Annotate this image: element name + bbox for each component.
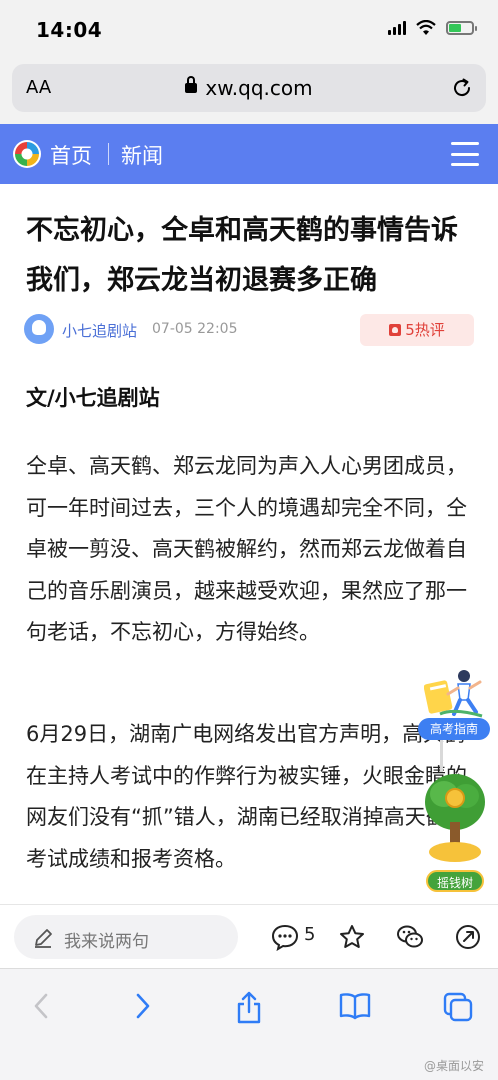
author-avatar[interactable] xyxy=(24,314,54,344)
article-byline: 文/小七追剧站 xyxy=(26,386,160,410)
share-upload-icon[interactable] xyxy=(234,991,264,1025)
hot-comments-button[interactable]: 5热评 xyxy=(360,314,474,346)
wifi-icon xyxy=(416,20,436,35)
tabs-icon[interactable] xyxy=(442,991,474,1023)
author-name[interactable]: 小七追剧站 xyxy=(62,320,137,341)
nav-news-link[interactable]: 新闻 xyxy=(121,140,163,170)
star-icon[interactable] xyxy=(338,923,366,951)
article-paragraph: 6月29日，湖南广电网络发出官方声明，高天鹤在主持人考试中的作弊行为被实锤，火眼… xyxy=(26,722,468,871)
gaokao-guide-widget[interactable]: 高考指南 xyxy=(416,668,492,740)
battery-icon xyxy=(446,21,477,35)
money-tree-widget[interactable]: 摇钱树 xyxy=(420,740,490,900)
url-display[interactable]: xw.qq.com xyxy=(12,75,486,100)
cellular-signal-icon xyxy=(388,21,406,35)
address-bar[interactable]: AA xw.qq.com xyxy=(12,64,486,112)
share-icon[interactable] xyxy=(454,923,482,951)
comment-bar: 我来说两句 5 xyxy=(0,904,498,968)
site-nav: 首页 新闻 xyxy=(0,124,498,184)
money-tree-label: 摇钱树 xyxy=(426,870,484,892)
browser-toolbar: @桌面以安 xyxy=(0,968,498,1080)
comment-placeholder: 我来说两句 xyxy=(64,932,149,952)
hot-comments-label: 5热评 xyxy=(405,321,445,339)
forward-icon[interactable] xyxy=(132,991,154,1021)
browser-address-area: AA xw.qq.com xyxy=(0,60,498,124)
nav-divider xyxy=(108,143,109,165)
watermark: @桌面以安 xyxy=(423,1059,484,1073)
pencil-icon xyxy=(35,929,52,948)
gaokao-runner-illustration xyxy=(424,670,483,718)
comment-input[interactable]: 我来说两句 xyxy=(14,915,238,959)
wechat-icon[interactable] xyxy=(395,923,425,951)
reload-icon[interactable] xyxy=(450,76,474,100)
lock-icon xyxy=(185,75,198,93)
menu-icon[interactable] xyxy=(451,142,479,166)
gaokao-guide-label: 高考指南 xyxy=(418,718,490,740)
nav-home-link[interactable]: 首页 xyxy=(50,140,92,170)
publish-date: 07-05 22:05 xyxy=(152,321,238,337)
status-icons xyxy=(388,20,477,36)
status-time: 14:04 xyxy=(36,18,103,42)
article-title: 不忘初心，仝卓和高天鹤的事情告诉我们，郑云龙当初退赛多正确 xyxy=(26,215,458,296)
article-meta: 小七追剧站 07-05 22:05 5热评 xyxy=(24,314,474,348)
bookmarks-icon[interactable] xyxy=(338,991,372,1021)
flame-icon xyxy=(389,324,402,336)
status-bar: 14:04 xyxy=(0,0,498,60)
article-paragraph: 仝卓、高天鹤、郑云龙同为声入人心男团成员，可一年时间过去，三个人的境遇却完全不同… xyxy=(26,454,467,644)
qq-news-logo[interactable] xyxy=(12,139,42,169)
comment-count[interactable]: 5 xyxy=(304,924,315,945)
comment-icon[interactable] xyxy=(270,923,300,951)
back-icon[interactable] xyxy=(30,991,52,1021)
url-text: xw.qq.com xyxy=(205,76,313,100)
